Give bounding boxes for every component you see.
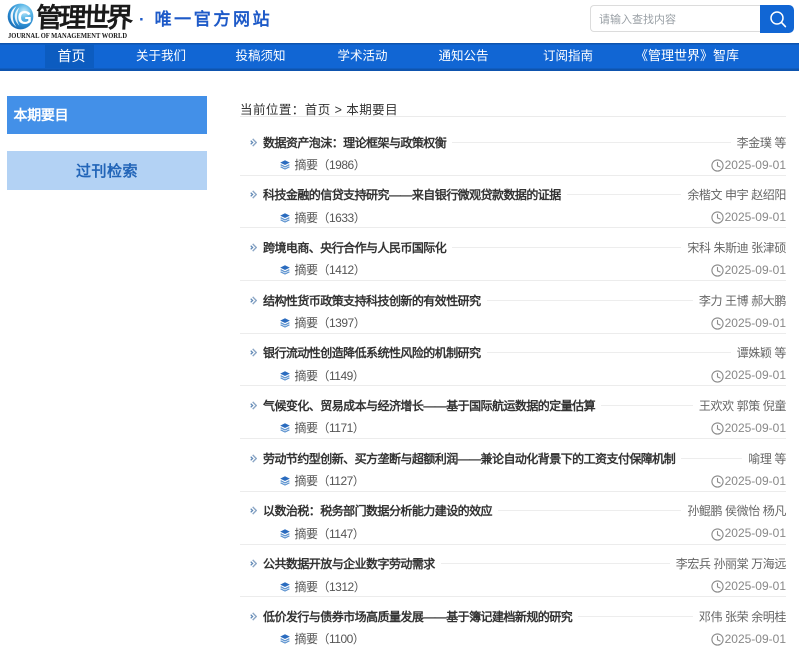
svg-text:G: G bbox=[17, 7, 31, 28]
